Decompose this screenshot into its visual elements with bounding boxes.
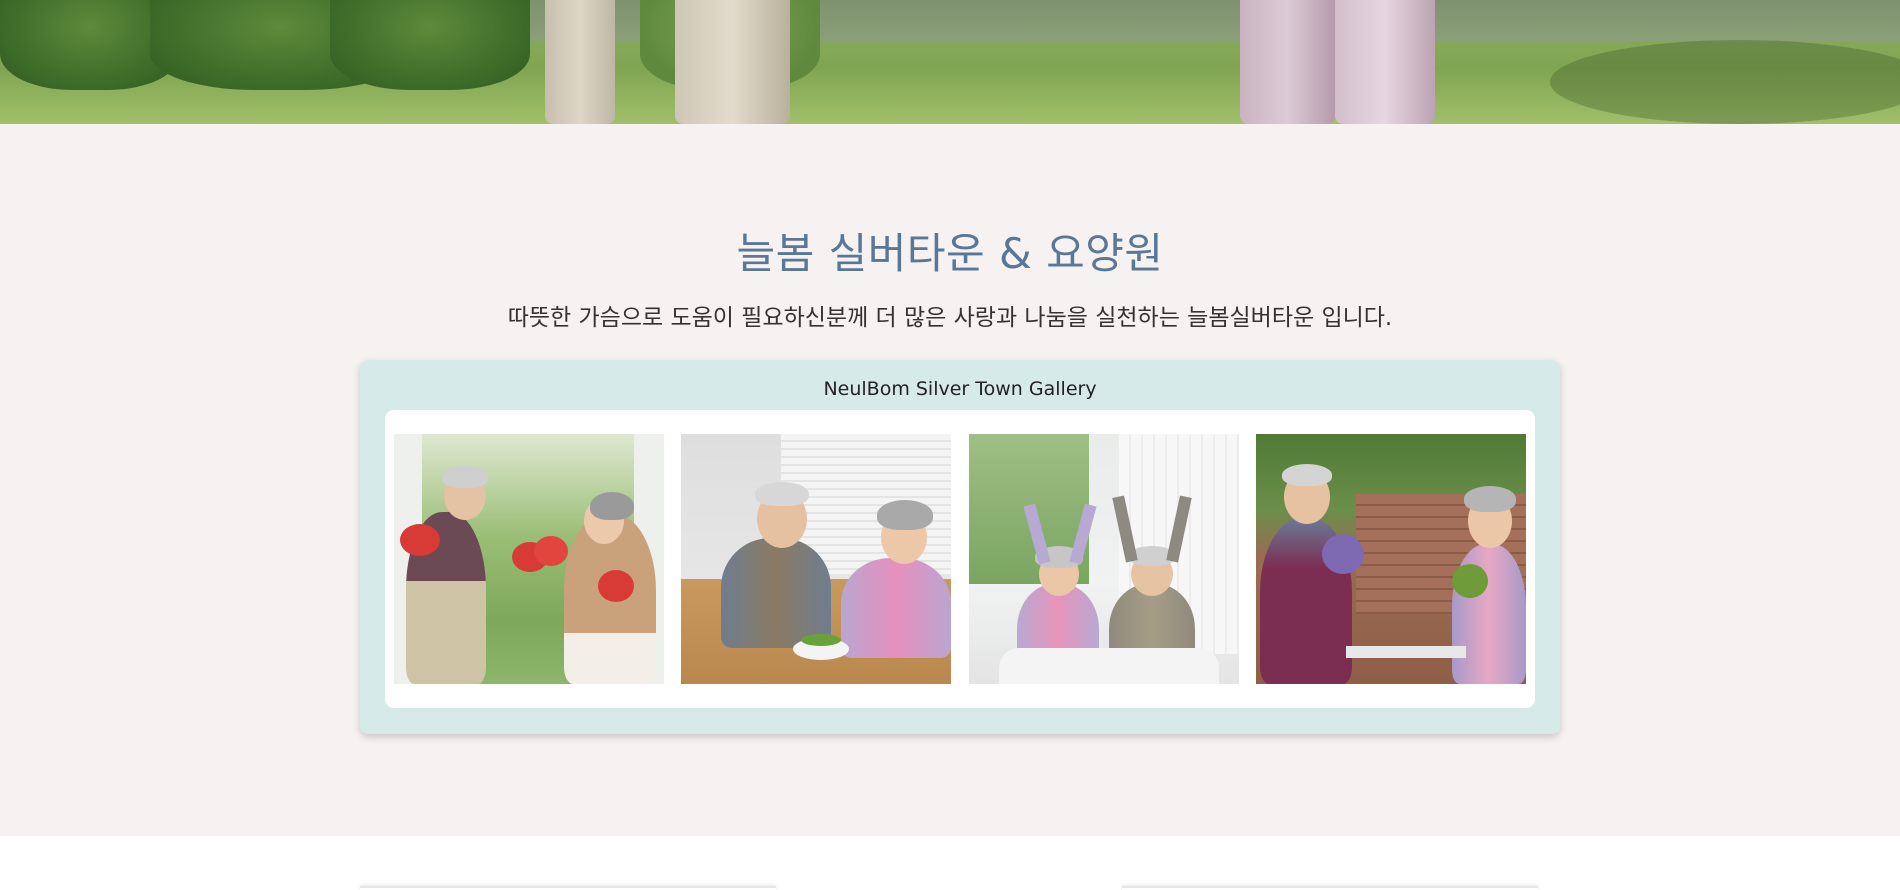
boxing-glove	[534, 536, 568, 566]
woman-hair	[590, 492, 634, 520]
garden-table	[1346, 646, 1466, 658]
card-top	[1122, 886, 1538, 890]
woman-hair	[1464, 486, 1516, 512]
next-section	[0, 836, 1900, 890]
woman-hair	[877, 500, 933, 530]
section-subtitle: 따뜻한 가슴으로 도움이 필요하신분께 더 많은 사랑과 나눔을 실천하는 늘봄…	[507, 305, 1393, 331]
lavender-plant	[1322, 534, 1364, 574]
woman-figure	[841, 558, 951, 658]
hero-person-leg	[545, 0, 615, 124]
gallery-photo-stretching[interactable]	[969, 434, 1239, 684]
section-title: 늘봄 실버타운 & 요양원	[736, 229, 1164, 278]
gallery-photo-gardening[interactable]	[1256, 434, 1526, 684]
man-hair	[442, 466, 488, 488]
boxing-glove	[598, 570, 634, 602]
bed-blanket	[999, 648, 1219, 684]
gallery-title: NeulBom Silver Town Gallery	[823, 378, 1097, 400]
gallery-photo-boxing[interactable]	[394, 434, 664, 684]
potted-plant	[1452, 564, 1488, 598]
gallery-slider[interactable]	[385, 410, 1535, 708]
man-hair	[755, 482, 809, 506]
intro-section: 늘봄 실버타운 & 요양원 따뜻한 가슴으로 도움이 필요하신분께 더 많은 사…	[0, 124, 1900, 836]
man-figure	[721, 538, 831, 648]
page: 늘봄 실버타운 & 요양원 따뜻한 가슴으로 도움이 필요하신분께 더 많은 사…	[0, 0, 1900, 890]
gallery-photo-dining[interactable]	[681, 434, 951, 684]
man-hair	[1282, 464, 1332, 486]
hero-person-leg	[675, 0, 790, 124]
hero-person-leg	[1335, 0, 1435, 124]
hero-bush	[330, 0, 530, 90]
card-top	[360, 886, 776, 890]
hero-shadow	[1550, 40, 1900, 124]
hero-banner-image	[0, 0, 1900, 124]
salad	[801, 634, 841, 646]
hero-person-leg	[1240, 0, 1335, 124]
boxing-glove	[400, 524, 440, 556]
gallery-panel: NeulBom Silver Town Gallery	[360, 360, 1560, 734]
